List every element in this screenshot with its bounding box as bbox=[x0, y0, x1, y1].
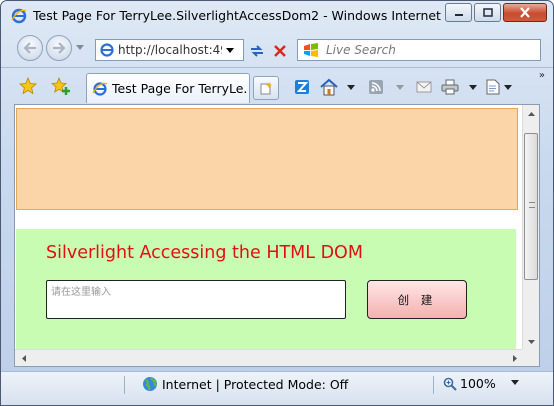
zoom-icon bbox=[443, 377, 457, 391]
vertical-scrollbar[interactable] bbox=[522, 105, 539, 350]
print-icon bbox=[441, 79, 459, 95]
tab-active[interactable]: Test Page For TerryLe... bbox=[86, 73, 250, 103]
page-viewport: Silverlight Accessing the HTML DOM 请在这里输… bbox=[14, 104, 540, 367]
chevron-down-icon bbox=[347, 84, 355, 90]
page-heading: Silverlight Accessing the HTML DOM bbox=[46, 243, 363, 263]
chevron-right-icon bbox=[512, 354, 517, 362]
mail-button[interactable] bbox=[416, 78, 432, 96]
create-button[interactable]: 创 建 bbox=[367, 280, 467, 319]
vertical-scroll-thumb[interactable] bbox=[524, 133, 538, 280]
page-icon bbox=[486, 79, 500, 95]
horizontal-scrollbar[interactable] bbox=[15, 349, 523, 366]
mail-icon bbox=[416, 81, 432, 93]
zip-icon bbox=[295, 80, 309, 94]
refresh-button[interactable] bbox=[246, 40, 267, 61]
chevron-down-icon bbox=[225, 47, 234, 53]
new-tab-icon bbox=[260, 82, 272, 95]
print-button[interactable] bbox=[441, 78, 477, 96]
address-dropdown[interactable] bbox=[222, 40, 236, 60]
silverlight-panel: Silverlight Accessing the HTML DOM 请在这里输… bbox=[16, 229, 516, 351]
add-favorites-icon[interactable] bbox=[51, 77, 71, 95]
rss-icon bbox=[369, 80, 383, 94]
chevron-left-icon bbox=[21, 354, 26, 362]
zoom-dropdown-icon[interactable] bbox=[511, 380, 519, 385]
chevron-down-icon bbox=[469, 84, 477, 90]
close-icon bbox=[520, 7, 530, 18]
scroll-down-button[interactable] bbox=[523, 333, 539, 350]
scroll-left-button[interactable] bbox=[15, 350, 32, 366]
scrollbar-corner bbox=[522, 349, 539, 366]
scroll-up-button[interactable] bbox=[523, 105, 539, 122]
title-bar: Test Page For TerryLee.SilverlightAccess… bbox=[1, 1, 553, 31]
home-button[interactable] bbox=[319, 78, 355, 96]
maximize-icon bbox=[482, 8, 493, 17]
forward-button[interactable] bbox=[46, 35, 72, 61]
ie-icon bbox=[11, 8, 27, 24]
forward-icon bbox=[53, 42, 66, 54]
chevron-down-icon bbox=[504, 84, 512, 90]
stop-button[interactable] bbox=[269, 40, 290, 61]
address-bar-row bbox=[1, 31, 553, 67]
close-button[interactable] bbox=[503, 3, 547, 22]
address-field[interactable] bbox=[95, 39, 244, 61]
zoom-level: 100% bbox=[460, 376, 496, 391]
address-input[interactable] bbox=[118, 43, 222, 57]
stop-icon bbox=[273, 44, 286, 57]
input-placeholder: 请在这里输入 bbox=[51, 287, 111, 298]
ie-icon bbox=[92, 81, 108, 96]
tab-label: Test Page For TerryLe... bbox=[112, 81, 248, 96]
page-menu-button[interactable] bbox=[485, 78, 512, 96]
recent-pages-dropdown-icon[interactable] bbox=[76, 45, 84, 50]
browser-window: Test Page For TerryLee.SilverlightAccess… bbox=[0, 0, 554, 406]
text-input-field[interactable]: 请在这里输入 bbox=[46, 280, 346, 319]
zoom-control[interactable]: 100% bbox=[443, 376, 496, 391]
minimize-button[interactable] bbox=[445, 3, 472, 22]
tab-command-bar: Test Page For TerryLe... » bbox=[1, 67, 553, 103]
orange-panel bbox=[16, 108, 518, 210]
feeds-button[interactable] bbox=[368, 78, 404, 96]
chevron-down-icon bbox=[396, 84, 404, 90]
scroll-right-button[interactable] bbox=[506, 350, 523, 366]
search-field[interactable] bbox=[297, 39, 541, 61]
new-tab-button[interactable] bbox=[253, 76, 279, 100]
globe-icon bbox=[143, 377, 157, 391]
back-icon bbox=[23, 42, 36, 54]
maximize-button[interactable] bbox=[474, 3, 501, 22]
zip-button[interactable] bbox=[294, 78, 310, 96]
caption-buttons bbox=[445, 3, 547, 22]
minimize-icon bbox=[454, 13, 463, 16]
status-bar: Internet | Protected Mode: Off 100% bbox=[1, 371, 553, 405]
chevron-up-icon bbox=[527, 111, 535, 116]
live-search-icon bbox=[304, 43, 318, 57]
favorites-star-icon[interactable] bbox=[19, 77, 37, 95]
refresh-icon bbox=[250, 44, 263, 57]
ie-page-icon bbox=[100, 43, 114, 57]
back-button[interactable] bbox=[17, 35, 43, 61]
zone-text: Internet | Protected Mode: Off bbox=[162, 376, 349, 392]
more-commands-chevron-icon[interactable]: » bbox=[539, 70, 545, 81]
security-zone[interactable]: Internet | Protected Mode: Off bbox=[142, 376, 348, 392]
search-input[interactable] bbox=[326, 43, 526, 57]
window-title: Test Page For TerryLee.SilverlightAccess… bbox=[33, 8, 443, 23]
chevron-down-icon bbox=[527, 339, 535, 344]
home-icon bbox=[320, 78, 338, 96]
